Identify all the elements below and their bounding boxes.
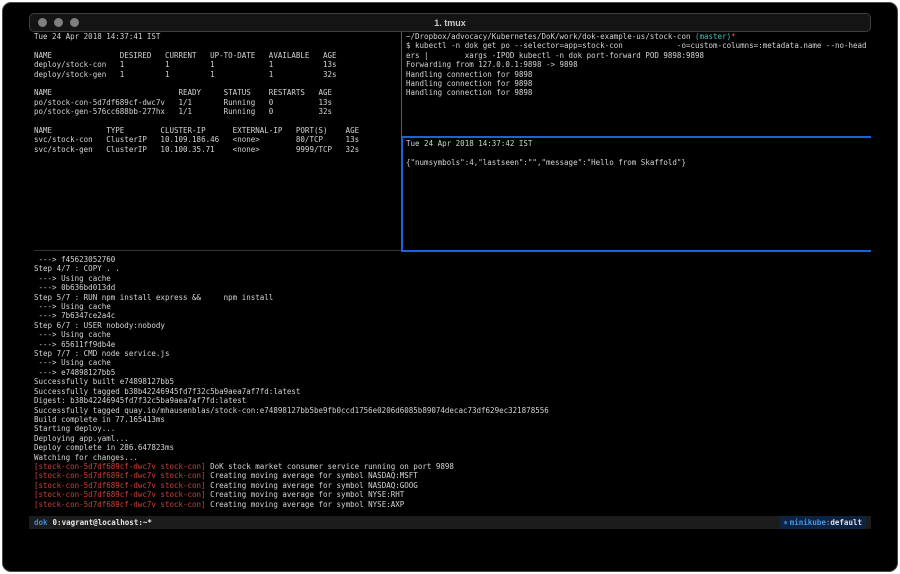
pod-log-message: Creating moving average for symbol NASDA… xyxy=(206,471,418,480)
close-button[interactable] xyxy=(38,18,47,27)
active-pane-border-left[interactable] xyxy=(401,138,403,251)
pod-log-prefix: [stock-con-5d7df689cf-dwc7v stock-con] xyxy=(34,471,206,480)
watch-log-line: [stock-con-5d7df689cf-dwc7v stock-con] C… xyxy=(34,471,871,480)
watch-log-line: [stock-con-5d7df689cf-dwc7v stock-con] C… xyxy=(34,481,871,490)
window-title: 1. tmux xyxy=(30,18,870,28)
kubernetes-helm-icon: ⎈ xyxy=(783,518,788,527)
watch-log-line: [stock-con-5d7df689cf-dwc7v stock-con] C… xyxy=(34,490,871,499)
pane-port-forward[interactable]: ~/Dropbox/advocacy/Kubernetes/DoK/work/d… xyxy=(406,32,870,134)
window-titlebar[interactable]: 1. tmux xyxy=(29,13,871,32)
pane-json-output[interactable]: Tue 24 Apr 2018 14:37:42 IST {"numsymbol… xyxy=(406,139,870,249)
pane-divider-vertical[interactable] xyxy=(401,32,402,136)
active-pane-border-bottom[interactable] xyxy=(401,250,871,252)
pod-log-prefix: [stock-con-5d7df689cf-dwc7v stock-con] xyxy=(34,490,206,499)
tmux-status-bar: dok 0:vagrant@localhost:~* ⎈ minikube : … xyxy=(29,516,871,529)
git-branch-label: (master) xyxy=(695,32,731,41)
pane-kubectl-watch[interactable]: Tue 24 Apr 2018 14:37:41 IST NAME DESIRE… xyxy=(34,32,400,251)
watch-log-line: [stock-con-5d7df689cf-dwc7v stock-con] C… xyxy=(34,500,871,509)
git-dirty-indicator: * xyxy=(731,32,736,41)
json-output: Tue 24 Apr 2018 14:37:42 IST {"numsymbol… xyxy=(406,139,870,167)
status-right-kube-context: ⎈ minikube : default xyxy=(779,516,866,529)
pod-log-prefix: [stock-con-5d7df689cf-dwc7v stock-con] xyxy=(34,462,206,471)
minimize-button[interactable] xyxy=(54,18,63,27)
prompt-path: ~/Dropbox/advocacy/Kubernetes/DoK/work/d… xyxy=(406,32,695,41)
build-log-output: ---> f45623052760 Step 4/7 : COPY . . --… xyxy=(34,255,871,462)
tmux-session-name[interactable]: dok xyxy=(34,518,48,527)
pod-log-message: DoK stock market consumer service runnin… xyxy=(206,462,454,471)
kube-context-label: minikube xyxy=(790,518,826,527)
watch-log-lines: [stock-con-5d7df689cf-dwc7v stock-con] D… xyxy=(34,462,871,509)
status-left: dok 0:vagrant@localhost:~* xyxy=(34,518,152,527)
tmux-window-item[interactable]: 0:vagrant@localhost:~* xyxy=(53,518,152,527)
kube-namespace-label: default xyxy=(830,518,862,527)
terminal-window: 1. tmux Tue 24 Apr 2018 14:37:41 IST NAM… xyxy=(2,2,898,572)
pod-log-prefix: [stock-con-5d7df689cf-dwc7v stock-con] xyxy=(34,500,206,509)
pod-log-prefix: [stock-con-5d7df689cf-dwc7v stock-con] xyxy=(34,481,206,490)
zoom-button[interactable] xyxy=(70,18,79,27)
port-forward-output: $ kubectl -n dok get po --selector=app=s… xyxy=(406,41,870,97)
pod-log-message: Creating moving average for symbol NYSE:… xyxy=(206,490,405,499)
pod-log-message: Creating moving average for symbol NASDA… xyxy=(206,481,418,490)
pane-skaffold-log[interactable]: ---> f45623052760 Step 4/7 : COPY . . --… xyxy=(34,255,871,515)
shell-prompt-line: ~/Dropbox/advocacy/Kubernetes/DoK/work/d… xyxy=(406,32,870,41)
active-pane-border-top[interactable] xyxy=(401,136,871,138)
traffic-lights xyxy=(38,18,79,27)
pod-log-message: Creating moving average for symbol NYSE:… xyxy=(206,500,405,509)
kubectl-watch-output: Tue 24 Apr 2018 14:37:41 IST NAME DESIRE… xyxy=(34,32,400,154)
watch-log-line: [stock-con-5d7df689cf-dwc7v stock-con] D… xyxy=(34,462,871,471)
pane-divider-horizontal[interactable] xyxy=(34,250,401,251)
